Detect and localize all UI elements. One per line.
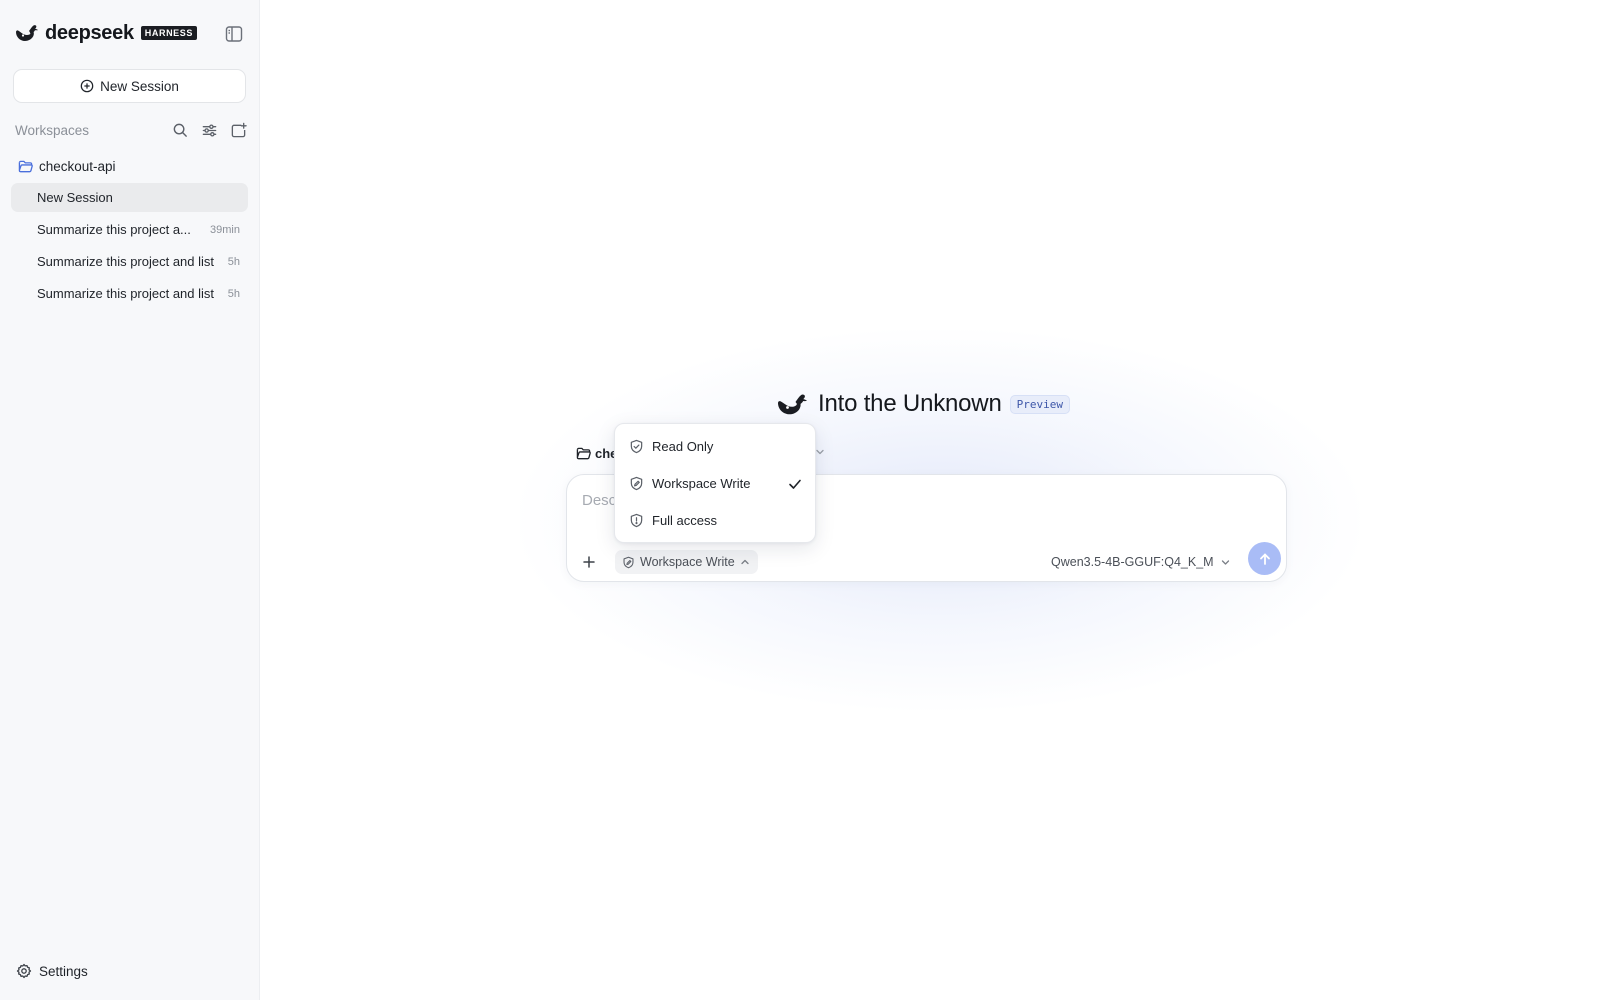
plus-circle-icon: [80, 79, 94, 93]
session-title: New Session: [37, 190, 113, 205]
session-title: Summarize this project and list: [37, 286, 215, 301]
shield-edit-icon: [630, 476, 643, 491]
chevron-up-icon: [741, 559, 749, 565]
settings-button[interactable]: Settings: [16, 961, 88, 981]
session-item[interactable]: Summarize this project and list 5h: [11, 247, 248, 276]
session-item[interactable]: New Session: [11, 183, 248, 212]
shield-check-icon: [630, 439, 643, 454]
whale-logo-icon: [778, 394, 807, 415]
permission-menu: Read Only Workspace Write Full access: [614, 423, 816, 543]
shield-edit-icon: [623, 556, 634, 568]
session-item[interactable]: Summarize this project a... 39min: [11, 215, 248, 244]
menu-item-label: Workspace Write: [652, 476, 751, 491]
model-label: Qwen3.5-4B-GGUF:Q4_K_M: [1051, 555, 1214, 569]
sidebar: deepseek HARNESS New Session Workspaces: [0, 0, 260, 1000]
model-selector[interactable]: Qwen3.5-4B-GGUF:Q4_K_M: [1051, 552, 1231, 572]
session-item[interactable]: Summarize this project and list 5h: [11, 279, 248, 308]
settings-label: Settings: [39, 963, 88, 979]
permission-selector[interactable]: Workspace Write: [615, 550, 758, 574]
menu-item-label: Read Only: [652, 439, 714, 454]
session-time: 5h: [227, 255, 240, 268]
sidebar-toggle-icon[interactable]: [224, 24, 244, 44]
whale-logo-icon: [16, 25, 38, 41]
workspace-name: checkout-api: [39, 158, 116, 174]
menu-item-full-access[interactable]: Full access: [615, 502, 815, 539]
shield-alert-icon: [630, 513, 643, 528]
menu-item-label: Full access: [652, 513, 718, 528]
search-icon[interactable]: [172, 122, 189, 139]
permission-label: Workspace Write: [640, 555, 735, 569]
workspaces-actions: [172, 122, 247, 139]
send-button[interactable]: [1248, 542, 1281, 575]
chevron-down-icon: [1221, 559, 1229, 565]
folder-open-icon: [18, 160, 33, 172]
app-window: deepseek HARNESS New Session Workspaces: [0, 0, 1600, 1000]
project-name: che: [595, 445, 616, 461]
gear-icon: [16, 963, 32, 979]
workspace-folder[interactable]: checkout-api: [18, 156, 116, 176]
filter-sliders-icon[interactable]: [201, 122, 218, 139]
brand-name: deepseek: [45, 21, 134, 44]
session-list: New Session Summarize this project a... …: [11, 183, 248, 311]
brand-badge: HARNESS: [140, 26, 197, 40]
session-title: Summarize this project and list: [37, 254, 215, 269]
hero: Into the Unknown Preview: [776, 388, 1070, 420]
plus-icon: [583, 556, 595, 568]
menu-item-workspace-write[interactable]: Workspace Write: [615, 465, 815, 502]
workspaces-title: Workspaces: [15, 122, 90, 138]
new-session-label: New Session: [100, 78, 179, 94]
workspaces-header: Workspaces: [15, 120, 247, 140]
hero-title: Into the Unknown: [818, 390, 1002, 417]
project-selector[interactable]: che: [576, 444, 616, 462]
checkmark-icon: [789, 479, 801, 489]
brand: deepseek HARNESS: [14, 20, 197, 46]
session-title: Summarize this project a...: [37, 222, 191, 237]
new-folder-icon[interactable]: [230, 122, 247, 139]
attach-button[interactable]: [577, 550, 601, 574]
session-time: 5h: [227, 287, 240, 300]
arrow-up-icon: [1259, 553, 1270, 565]
new-session-button[interactable]: New Session: [13, 69, 246, 103]
session-time: 39min: [210, 223, 240, 236]
menu-item-read-only[interactable]: Read Only: [615, 428, 815, 465]
folder-icon: [576, 447, 591, 459]
preview-badge: Preview: [1009, 394, 1070, 414]
